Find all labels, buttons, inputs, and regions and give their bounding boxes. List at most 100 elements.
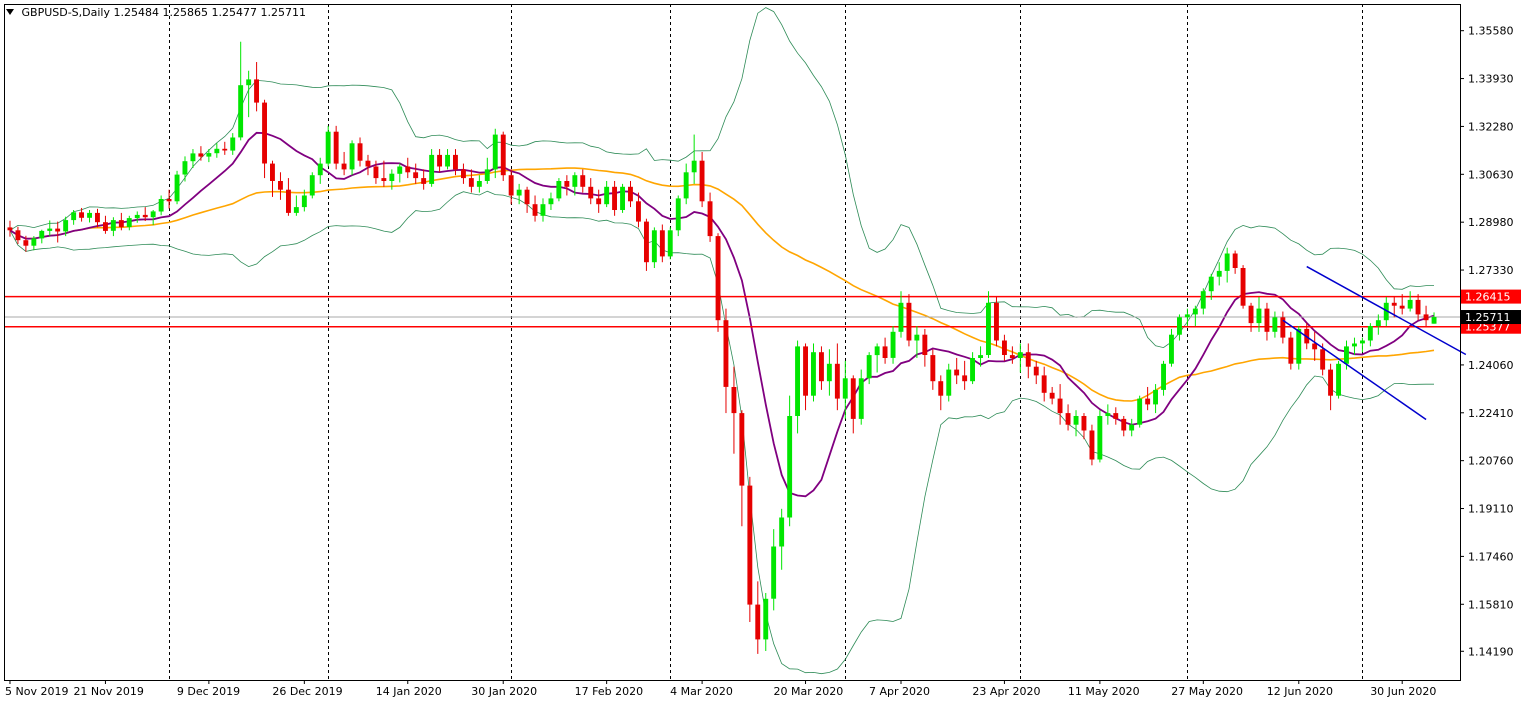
candle <box>811 343 816 402</box>
candle <box>1264 302 1270 341</box>
candle-body <box>612 186 617 210</box>
candle <box>651 227 657 269</box>
candle-body <box>1192 308 1198 315</box>
time-tick-label: 17 Feb 2020 <box>575 685 643 698</box>
candle <box>421 169 427 190</box>
candle-body <box>484 169 490 181</box>
candle <box>532 195 538 222</box>
candle <box>341 151 347 176</box>
candle-body <box>1017 352 1023 358</box>
candle-body <box>938 381 944 396</box>
candle-body <box>1169 334 1174 364</box>
candle <box>7 220 13 237</box>
candle-body <box>1240 268 1246 306</box>
candle-body <box>158 199 164 212</box>
candle <box>476 175 482 193</box>
candle-body <box>834 363 840 399</box>
candle <box>492 128 498 179</box>
candle <box>1407 291 1413 312</box>
candle-body <box>134 214 140 219</box>
candle <box>174 170 180 205</box>
candle <box>317 157 323 184</box>
candle-body <box>238 85 244 138</box>
candle <box>564 175 570 196</box>
candle-body <box>500 134 506 176</box>
candle <box>962 360 968 390</box>
candle <box>994 297 999 347</box>
candle-body <box>1137 398 1143 425</box>
price-tick-label: 1.19110 <box>1468 503 1514 516</box>
candle-body <box>389 173 395 181</box>
dropdown-triangle-icon[interactable] <box>6 9 14 15</box>
candle-body <box>1296 328 1302 364</box>
candle-body <box>222 148 228 151</box>
candle <box>71 209 77 225</box>
candle <box>826 349 832 396</box>
candle <box>254 62 259 112</box>
candle-body <box>771 546 777 599</box>
candle <box>1025 343 1031 379</box>
candle <box>731 366 737 454</box>
candle <box>166 189 172 209</box>
candle-body <box>373 166 379 179</box>
chart-frame <box>4 4 1461 681</box>
candle-body <box>1407 299 1413 309</box>
candle-body <box>747 485 753 605</box>
candle <box>1121 415 1127 437</box>
price-tag-0: 1.26415 <box>1465 291 1511 304</box>
candle <box>739 410 745 527</box>
candle-body <box>461 169 466 179</box>
candle-body <box>1208 276 1214 292</box>
candle <box>1073 410 1079 437</box>
candle-body <box>1184 314 1190 318</box>
candle <box>906 294 912 347</box>
candle <box>461 163 466 184</box>
candle <box>548 192 554 210</box>
candle-body <box>1415 299 1421 315</box>
candle-body <box>309 175 315 196</box>
candle-body <box>1264 308 1270 332</box>
period-separators <box>169 4 1363 680</box>
candle-body <box>858 378 864 419</box>
candle <box>930 349 936 390</box>
candle <box>309 172 315 199</box>
candle-body <box>826 363 832 382</box>
candle <box>874 343 880 373</box>
candle-body <box>1002 340 1007 355</box>
candle-body <box>1352 343 1357 347</box>
candle <box>110 217 116 237</box>
candle-body <box>31 238 37 246</box>
candle-body <box>739 413 745 486</box>
candle <box>214 143 220 158</box>
candle <box>683 163 689 205</box>
candle-body <box>548 198 554 205</box>
candle <box>1113 407 1119 425</box>
candle-body <box>246 79 252 86</box>
candle-body <box>1360 340 1365 344</box>
candle-body <box>866 355 872 379</box>
candle-body <box>198 153 204 157</box>
candle <box>763 592 769 651</box>
time-tick-label: 12 Jun 2020 <box>1267 685 1333 698</box>
candle-body <box>1033 366 1039 376</box>
candle-body <box>914 334 920 341</box>
candle-body <box>286 189 291 213</box>
candle-body <box>707 201 713 237</box>
candle <box>723 308 729 414</box>
candle-body <box>166 199 172 202</box>
candle-body <box>787 416 793 518</box>
candle-body <box>540 204 546 216</box>
candle-body <box>572 175 578 187</box>
candle-body <box>644 221 649 263</box>
candle-body <box>79 212 84 218</box>
candle-body <box>1336 363 1341 396</box>
time-tick-label: 5 Nov 2019 <box>5 685 68 698</box>
candle <box>1089 424 1095 466</box>
candle-body <box>946 369 952 396</box>
candle-body <box>325 131 331 164</box>
candle <box>834 343 840 411</box>
candle-body <box>874 346 880 356</box>
time-tick-label: 21 Nov 2019 <box>73 685 143 698</box>
candle <box>1232 250 1238 274</box>
candle <box>286 178 291 216</box>
